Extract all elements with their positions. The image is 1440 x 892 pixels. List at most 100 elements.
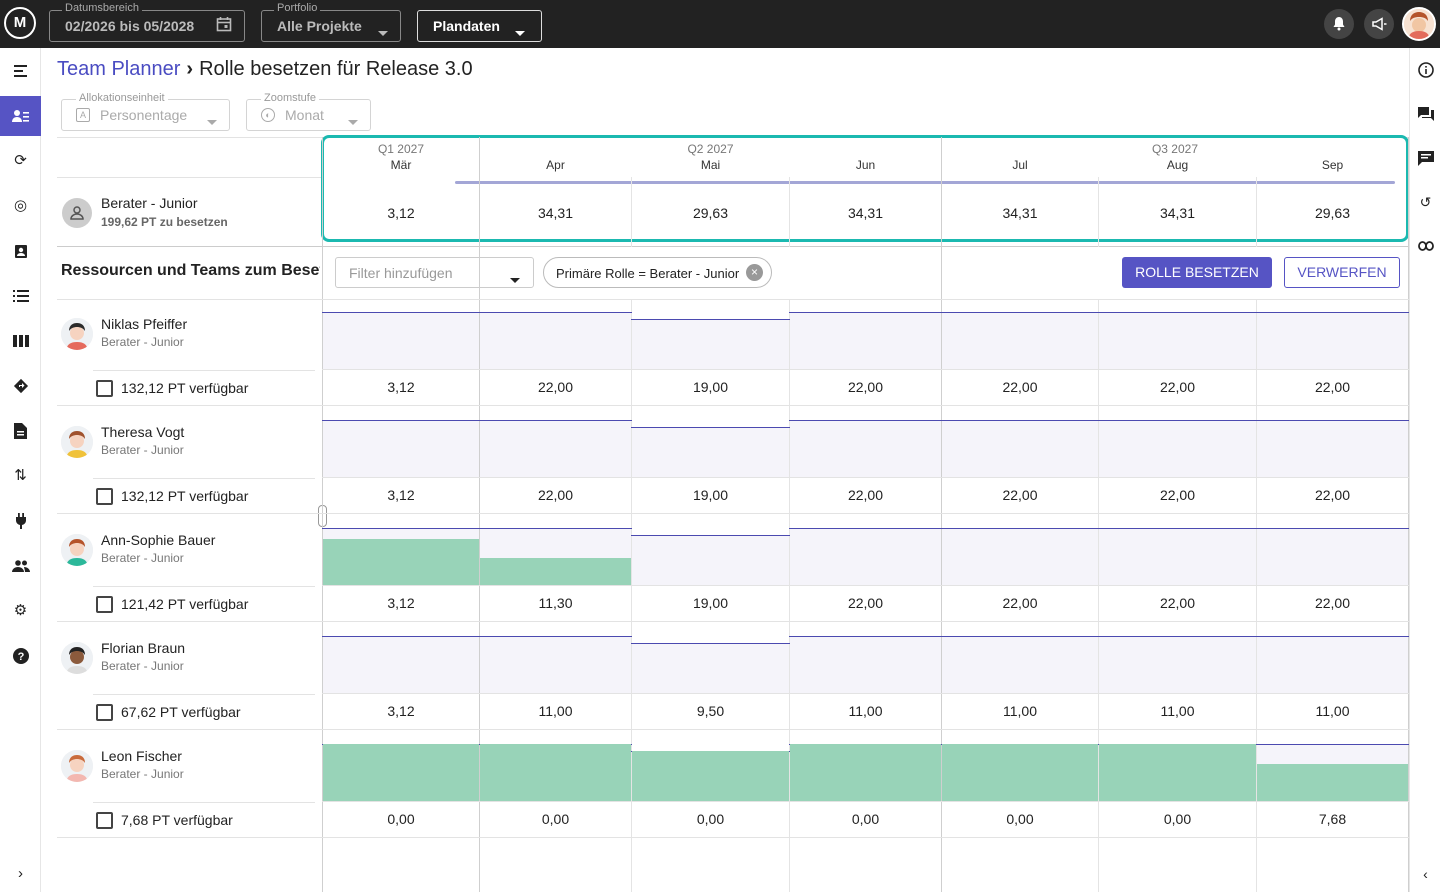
allocation-bar bbox=[323, 539, 479, 585]
capacity-line bbox=[631, 643, 790, 644]
capacity-line bbox=[322, 312, 480, 313]
availability-value: 22,00 bbox=[537, 487, 574, 503]
capacity-area bbox=[480, 420, 631, 477]
divider bbox=[57, 837, 1409, 838]
availability-value: 22,00 bbox=[1159, 595, 1196, 611]
plug-icon[interactable] bbox=[0, 501, 41, 541]
availability-value: 0,00 bbox=[541, 811, 570, 827]
resource-availability: 121,42 PT verfügbar bbox=[121, 596, 249, 612]
allocation-bar bbox=[632, 751, 789, 801]
zoom-level-icon: ◐ bbox=[261, 108, 275, 122]
availability-value: 22,00 bbox=[1314, 379, 1351, 395]
resource-checkbox[interactable] bbox=[96, 596, 113, 613]
availability-value: 11,30 bbox=[538, 595, 573, 611]
role-demand-value: 34,31 bbox=[1159, 205, 1196, 221]
menu-collapse-icon[interactable] bbox=[0, 51, 41, 91]
breadcrumb-separator-icon: › bbox=[186, 58, 194, 80]
target-icon[interactable]: ◎ bbox=[0, 186, 41, 226]
allocation-bar bbox=[1099, 744, 1256, 801]
resource-checkbox[interactable] bbox=[96, 812, 113, 829]
expand-nav-icon[interactable]: › bbox=[0, 854, 41, 892]
capacity-area bbox=[632, 643, 789, 693]
timeline-gridline bbox=[1408, 137, 1409, 892]
filter-chip[interactable]: Primäre Rolle = Berater - Junior × bbox=[543, 257, 772, 288]
availability-value: 22,00 bbox=[847, 595, 884, 611]
link-icon[interactable] bbox=[1410, 234, 1440, 258]
capacity-line bbox=[1256, 312, 1409, 313]
list-icon[interactable] bbox=[0, 276, 41, 316]
portfolio-label: Portfolio bbox=[274, 2, 321, 14]
swap-arrows-icon[interactable]: ⇅ bbox=[0, 456, 41, 496]
chevron-down-icon bbox=[348, 113, 358, 129]
people-icon[interactable] bbox=[0, 546, 41, 586]
role-to-fill: 199,62 PT zu besetzen bbox=[101, 215, 228, 229]
resource-checkbox[interactable] bbox=[96, 380, 113, 397]
date-range-selector[interactable]: Datumsbereich 02/2026 bis 05/2028 bbox=[49, 2, 245, 42]
divider bbox=[322, 477, 1409, 478]
close-icon[interactable]: × bbox=[746, 264, 763, 281]
route-icon[interactable] bbox=[0, 366, 41, 406]
breadcrumb-team-planner[interactable]: Team Planner bbox=[57, 58, 180, 80]
availability-value: 3,12 bbox=[387, 379, 415, 395]
availability-value: 11,00 bbox=[1315, 703, 1350, 719]
allocation-bar bbox=[790, 744, 941, 801]
capacity-line bbox=[479, 420, 632, 421]
availability-value: 22,00 bbox=[847, 487, 884, 503]
capacity-area bbox=[942, 420, 1098, 477]
resource-checkbox[interactable] bbox=[96, 704, 113, 721]
refresh-icon[interactable]: ⟳ bbox=[0, 141, 41, 181]
settings-gear-icon[interactable]: ⚙ bbox=[0, 591, 41, 631]
allocation-bar bbox=[480, 558, 631, 585]
capacity-area bbox=[323, 420, 479, 477]
capacity-line bbox=[479, 528, 632, 529]
availability-value: 3,12 bbox=[387, 703, 415, 719]
resource-availability: 7,68 PT verfügbar bbox=[121, 812, 233, 828]
resource-checkbox[interactable] bbox=[96, 488, 113, 505]
expand-rail-icon[interactable]: ‹ bbox=[1410, 862, 1440, 886]
role-name: Berater - Junior bbox=[101, 195, 198, 211]
resource-name: Ann-Sophie Bauer bbox=[101, 532, 216, 548]
availability-value: 7,68 bbox=[1318, 811, 1347, 827]
availability-value: 22,00 bbox=[1314, 595, 1351, 611]
resource-name: Theresa Vogt bbox=[101, 424, 185, 440]
megaphone-icon[interactable] bbox=[1364, 9, 1394, 39]
resource-role: Berater - Junior bbox=[101, 443, 184, 457]
team-planner-nav-icon[interactable] bbox=[0, 96, 41, 136]
plan-data-dropdown[interactable]: Plandaten bbox=[417, 10, 542, 42]
fill-role-button[interactable]: ROLLE BESETZEN bbox=[1122, 257, 1272, 288]
capacity-area bbox=[480, 636, 631, 693]
role-demand-value: 3,12 bbox=[387, 205, 415, 221]
divider bbox=[57, 729, 1409, 730]
zoom-level-select[interactable]: Zoomstufe ◐ Monat bbox=[246, 92, 371, 131]
history-icon[interactable]: ↺ bbox=[1410, 190, 1440, 214]
availability-value: 22,00 bbox=[1002, 379, 1038, 395]
capacity-line bbox=[631, 319, 790, 320]
capacity-area bbox=[1099, 420, 1256, 477]
availability-value: 22,00 bbox=[1002, 487, 1038, 503]
discard-button[interactable]: VERWERFEN bbox=[1284, 257, 1400, 288]
app-logo[interactable]: M bbox=[4, 7, 36, 39]
capacity-area bbox=[942, 312, 1098, 369]
capacity-area bbox=[1099, 528, 1256, 585]
board-columns-icon[interactable] bbox=[0, 321, 41, 361]
capacity-area bbox=[942, 528, 1098, 585]
allocation-unit-select[interactable]: Allokationseinheit A Personentage bbox=[61, 92, 230, 131]
help-icon[interactable]: ? bbox=[0, 636, 41, 676]
capacity-line bbox=[1256, 744, 1409, 745]
capacity-line bbox=[631, 535, 790, 536]
portfolio-selector[interactable]: Portfolio Alle Projekte bbox=[261, 2, 401, 42]
zoom-level-label: Zoomstufe bbox=[261, 92, 319, 104]
clipboard-user-icon[interactable] bbox=[0, 231, 41, 271]
user-avatar[interactable] bbox=[1402, 7, 1436, 41]
filter-dropdown[interactable]: Filter hinzufügen bbox=[335, 257, 534, 288]
top-bar: M Datumsbereich 02/2026 bis 05/2028 Port… bbox=[0, 0, 1440, 48]
portfolio-value: Alle Projekte bbox=[277, 18, 362, 34]
info-icon[interactable] bbox=[1410, 58, 1440, 82]
comment-icon[interactable] bbox=[1410, 146, 1440, 170]
document-icon[interactable] bbox=[0, 411, 41, 451]
chat-icon[interactable] bbox=[1410, 102, 1440, 126]
allocation-unit-icon: A bbox=[76, 108, 90, 122]
filter-placeholder: Filter hinzufügen bbox=[349, 265, 453, 281]
capacity-line bbox=[322, 420, 480, 421]
bell-icon[interactable] bbox=[1324, 9, 1354, 39]
